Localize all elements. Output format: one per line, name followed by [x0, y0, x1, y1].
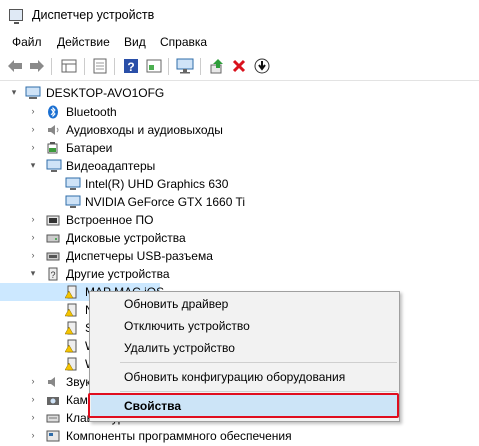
menu-bar: Файл Действие Вид Справка	[0, 32, 479, 52]
software-component-icon	[46, 429, 60, 442]
tree-root-label: DESKTOP-AVO1OFG	[46, 86, 165, 100]
forward-arrow-icon[interactable]	[28, 57, 46, 75]
tree-item-label: Диспетчеры USB-разъема	[66, 249, 213, 263]
tree-item-disk-drives[interactable]: › Дисковые устройства	[0, 229, 479, 247]
tree-item-label: Аудиовходы и аудиовыходы	[66, 123, 223, 137]
menu-file[interactable]: Файл	[12, 35, 42, 49]
tree-item-audio-io[interactable]: › Аудиовходы и аудиовыходы	[0, 121, 479, 139]
menu-item-update-driver[interactable]: Обновить драйвер	[91, 293, 398, 315]
expand-chevron-icon[interactable]: ›	[28, 412, 38, 422]
svg-text:?: ?	[50, 270, 55, 280]
download-circle-icon[interactable]	[253, 57, 271, 75]
tree-item-batteries[interactable]: › Батареи	[0, 139, 479, 157]
tree-item-label: Видеоадаптеры	[66, 159, 156, 173]
tree-item-software-components[interactable]: › Компоненты программного обеспечения	[0, 427, 479, 445]
tree-item-label: Intel(R) UHD Graphics 630	[85, 177, 229, 191]
tree-item-label: Компоненты программного обеспечения	[66, 429, 292, 443]
tree-item-label: Звук	[66, 375, 91, 389]
menu-action[interactable]: Действие	[57, 35, 110, 49]
tree-item-label: Встроенное ПО	[66, 213, 154, 227]
collapse-chevron-icon[interactable]: ▾	[9, 87, 19, 97]
expand-chevron-icon[interactable]: ›	[28, 142, 38, 152]
device-manager-icon	[9, 9, 23, 24]
collapse-chevron-icon[interactable]: ▾	[28, 268, 38, 278]
back-arrow-icon[interactable]	[6, 57, 24, 75]
collapse-chevron-icon[interactable]: ▾	[28, 160, 38, 170]
menu-view[interactable]: Вид	[124, 35, 146, 49]
expand-chevron-icon[interactable]: ›	[28, 106, 38, 116]
menu-item-scan-hardware[interactable]: Обновить конфигурацию оборудования	[91, 366, 398, 388]
tree-item-other-devices[interactable]: ▾ ? Другие устройства	[0, 265, 479, 283]
computer-icon	[25, 86, 41, 99]
expand-chevron-icon[interactable]: ›	[28, 232, 38, 242]
keyboard-icon	[46, 411, 60, 424]
svg-text:?: ?	[127, 60, 134, 74]
title-bar: Диспетчер устройств	[0, 0, 479, 31]
tree-child-intel-gpu[interactable]: Intel(R) UHD Graphics 630	[0, 175, 479, 193]
tree-root[interactable]: ▾ DESKTOP-AVO1OFG	[0, 84, 479, 102]
document-icon[interactable]	[91, 57, 109, 75]
tree-item-usb-connectors[interactable]: › Диспетчеры USB-разъема	[0, 247, 479, 265]
tree-item-bluetooth[interactable]: › Bluetooth	[0, 103, 479, 121]
unknown-device-warning-icon	[64, 303, 79, 317]
tree-item-label: Bluetooth	[66, 105, 117, 119]
display-adapter-icon	[65, 195, 81, 208]
disk-icon	[46, 231, 60, 244]
menu-separator	[120, 362, 397, 363]
battery-icon	[46, 141, 60, 154]
tree-item-label: Другие устройства	[66, 267, 170, 281]
uninstall-red-x-icon[interactable]	[230, 57, 248, 75]
tree-item-label: Батареи	[66, 141, 113, 155]
menu-item-uninstall-device[interactable]: Удалить устройство	[91, 337, 398, 359]
display-adapter-icon	[65, 177, 81, 190]
unknown-device-icon: ?	[46, 267, 60, 281]
tree-item-label: Дисковые устройства	[66, 231, 186, 245]
menu-item-disable-device[interactable]: Отключить устройство	[91, 315, 398, 337]
menu-help[interactable]: Справка	[160, 35, 207, 49]
menu-separator	[120, 391, 397, 392]
highlight-callout	[88, 393, 399, 418]
monitor-icon[interactable]	[176, 57, 194, 75]
firmware-icon	[46, 213, 60, 226]
unknown-device-warning-icon	[64, 321, 79, 335]
camera-icon	[46, 393, 60, 406]
expand-chevron-icon[interactable]: ›	[28, 394, 38, 404]
speaker-icon	[46, 123, 60, 136]
sound-icon	[46, 375, 60, 388]
window-title: Диспетчер устройств	[32, 8, 155, 22]
help-icon[interactable]: ?	[122, 57, 140, 75]
tree-item-label: NVIDIA GeForce GTX 1660 Ti	[85, 195, 246, 209]
update-driver-icon[interactable]	[208, 57, 226, 75]
tree-child-nvidia-gpu[interactable]: NVIDIA GeForce GTX 1660 Ti	[0, 193, 479, 211]
expand-chevron-icon[interactable]: ›	[28, 430, 38, 440]
properties-grid-icon[interactable]	[60, 57, 78, 75]
tree-item-firmware[interactable]: › Встроенное ПО	[0, 211, 479, 229]
toolbar: ?	[0, 53, 479, 81]
expand-chevron-icon[interactable]: ›	[28, 250, 38, 260]
unknown-device-warning-icon	[64, 339, 79, 353]
unknown-device-warning-icon	[64, 357, 79, 371]
expand-chevron-icon[interactable]: ›	[28, 214, 38, 224]
unknown-device-warning-icon	[64, 285, 79, 299]
bluetooth-icon	[46, 105, 60, 119]
display-adapter-icon	[46, 159, 62, 172]
expand-chevron-icon[interactable]: ›	[28, 376, 38, 386]
tree-item-display-adapters[interactable]: ▾ Видеоадаптеры	[0, 157, 479, 175]
view-icon[interactable]	[145, 57, 163, 75]
usb-icon	[46, 249, 60, 262]
expand-chevron-icon[interactable]: ›	[28, 124, 38, 134]
